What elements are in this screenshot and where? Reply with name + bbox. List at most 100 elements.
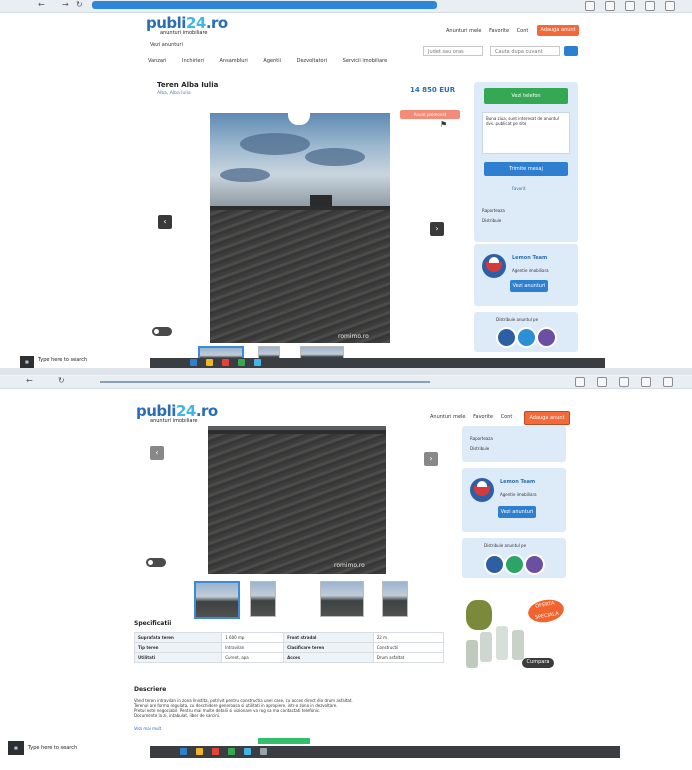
table-row: Tip teren Intravilan Clasificare teren C… xyxy=(133,642,445,653)
viber-icon[interactable] xyxy=(524,554,545,575)
extension-icon[interactable] xyxy=(575,377,585,387)
favorite-link[interactable]: Favorit xyxy=(512,186,526,191)
agency-subtitle: Agentie imobiliara xyxy=(512,268,549,273)
main-photo[interactable]: romimo.ro xyxy=(208,426,386,574)
ad-product-image xyxy=(496,626,508,660)
facebook-icon[interactable] xyxy=(496,327,517,348)
menu-item-complexes[interactable]: Ansambluri xyxy=(220,58,248,64)
breadcrumb[interactable]: Vezi anunturi xyxy=(150,42,183,48)
taskbar-search[interactable]: Type here to search xyxy=(28,745,77,751)
taskbar-app-icon[interactable] xyxy=(196,748,203,755)
keyword-search-input[interactable]: Cauta dupa cuvant xyxy=(490,46,560,56)
forward-icon[interactable]: → xyxy=(62,0,69,9)
start-icon[interactable]: ▦ xyxy=(8,741,24,755)
menu-item-rentals[interactable]: Inchirieri xyxy=(182,58,204,64)
spec-key: Suprafata teren xyxy=(133,632,223,643)
ad-buy-button[interactable]: Cumpara xyxy=(522,658,554,668)
advertisement[interactable]: OFERTA SPECIALA Cumpara xyxy=(458,586,568,682)
show-phone-button[interactable]: Vezi telefon xyxy=(484,88,568,104)
listing-title: Teren Alba Iulia xyxy=(157,81,219,89)
facebook-icon[interactable] xyxy=(484,554,505,575)
viber-icon[interactable] xyxy=(536,327,557,348)
menu-icon[interactable] xyxy=(641,377,651,387)
taskbar-app-icon[interactable] xyxy=(206,359,213,366)
taskbar-app-icon[interactable] xyxy=(212,748,219,755)
photo-thumb[interactable] xyxy=(250,581,276,617)
logo-tagline: anunturi imobiliare xyxy=(150,418,198,424)
agency-listings-button[interactable]: Vezi anunturi xyxy=(498,506,536,518)
agency-name[interactable]: Lemon Team xyxy=(512,255,547,261)
agency-name[interactable]: Lemon Team xyxy=(500,479,535,485)
twitter-icon[interactable] xyxy=(516,327,537,348)
agency-logo-icon[interactable] xyxy=(482,254,506,278)
contact-panel: Vezi telefon Buna ziua, sunt interesat d… xyxy=(474,82,578,242)
listing-location[interactable]: Alba, Alba Iulia xyxy=(157,91,191,96)
reload-icon[interactable]: ↻ xyxy=(58,376,65,385)
profile-icon[interactable] xyxy=(625,1,635,11)
taskbar-app-icon[interactable] xyxy=(180,748,187,755)
description-more-link[interactable]: Vezi mai mult xyxy=(134,726,161,731)
top-link-account[interactable]: Cont xyxy=(517,28,529,34)
report-flag-icon[interactable]: ⚑ xyxy=(440,120,447,129)
description-title: Descriere xyxy=(134,686,167,693)
taskbar-app-icon[interactable] xyxy=(222,359,229,366)
photo-thumb[interactable] xyxy=(382,581,408,617)
back-icon[interactable]: ← xyxy=(26,376,33,385)
twitter-icon[interactable] xyxy=(504,554,525,575)
share-link[interactable]: Distribuie xyxy=(482,218,501,223)
top-link-favorites[interactable]: Favorite xyxy=(473,414,493,420)
top-link-favorites[interactable]: Favorite xyxy=(489,28,509,34)
message-textarea[interactable]: Buna ziua, sunt interesat de anuntul dvs… xyxy=(482,112,570,154)
main-photo[interactable]: romimo.ro xyxy=(210,113,390,343)
agency-subtitle: Agentie imobiliara xyxy=(500,492,537,497)
location-search-input[interactable]: Judet sau oras xyxy=(423,46,483,56)
prev-photo-button[interactable]: ‹ xyxy=(158,215,172,229)
top-link-account[interactable]: Cont xyxy=(501,414,513,420)
start-icon[interactable]: ▦ xyxy=(20,356,34,368)
report-link[interactable]: Raporteaza xyxy=(482,208,505,213)
taskbar-search[interactable]: Type here to search xyxy=(38,357,87,363)
top-link-my-ads[interactable]: Anunturi mele xyxy=(430,414,466,420)
share-link[interactable]: Distribuie xyxy=(470,446,489,451)
taskbar-app-icon[interactable] xyxy=(190,359,197,366)
next-photo-button[interactable]: › xyxy=(424,452,438,466)
add-listing-button[interactable]: Adauga anunt xyxy=(537,25,579,36)
menu-item-services[interactable]: Servicii imobiliare xyxy=(343,58,388,64)
add-listing-button[interactable]: Adauga anunt xyxy=(524,411,570,425)
prev-photo-button[interactable]: ‹ xyxy=(150,446,164,460)
photo-thumb[interactable] xyxy=(320,581,364,617)
contact-panel: Raporteaza Distribuie xyxy=(462,426,566,462)
search-button[interactable] xyxy=(564,46,578,56)
taskbar-app-icon[interactable] xyxy=(228,748,235,755)
menu-item-sales[interactable]: Vanzari xyxy=(148,58,166,64)
menu-item-developers[interactable]: Dezvoltatori xyxy=(297,58,327,64)
menu-item-agencies[interactable]: Agentii xyxy=(263,58,281,64)
photo-watermark: romimo.ro xyxy=(338,333,369,340)
address-bar[interactable] xyxy=(100,381,430,383)
taskbar-app-icon[interactable] xyxy=(238,359,245,366)
photo-toggle[interactable] xyxy=(146,558,166,567)
reload-icon[interactable]: ↻ xyxy=(76,0,83,9)
photo-toggle[interactable] xyxy=(152,327,172,336)
profile-icon[interactable] xyxy=(619,377,629,387)
settings-icon[interactable] xyxy=(663,377,673,387)
next-photo-button[interactable]: › xyxy=(430,222,444,236)
taskbar-app-icon[interactable] xyxy=(254,359,261,366)
extension-icon[interactable] xyxy=(585,1,595,11)
agency-logo-icon[interactable] xyxy=(470,478,494,502)
address-bar[interactable] xyxy=(92,1,437,9)
photo-thumb[interactable] xyxy=(194,581,240,619)
ad-product-image xyxy=(466,600,492,630)
send-message-button[interactable]: Trimite mesaj xyxy=(484,162,568,176)
agency-listings-button[interactable]: Vezi anunturi xyxy=(510,280,548,292)
taskbar-app-icon[interactable] xyxy=(260,748,267,755)
menu-icon[interactable] xyxy=(645,1,655,11)
spec-value: 22 m xyxy=(372,632,445,643)
back-icon[interactable]: ← xyxy=(38,0,45,9)
top-link-my-ads[interactable]: Anunturi mele xyxy=(446,28,482,34)
report-link[interactable]: Raporteaza xyxy=(470,436,493,441)
bookmark-icon[interactable] xyxy=(605,1,615,11)
bookmark-icon[interactable] xyxy=(597,377,607,387)
taskbar-app-icon[interactable] xyxy=(244,748,251,755)
settings-icon[interactable] xyxy=(665,1,675,11)
